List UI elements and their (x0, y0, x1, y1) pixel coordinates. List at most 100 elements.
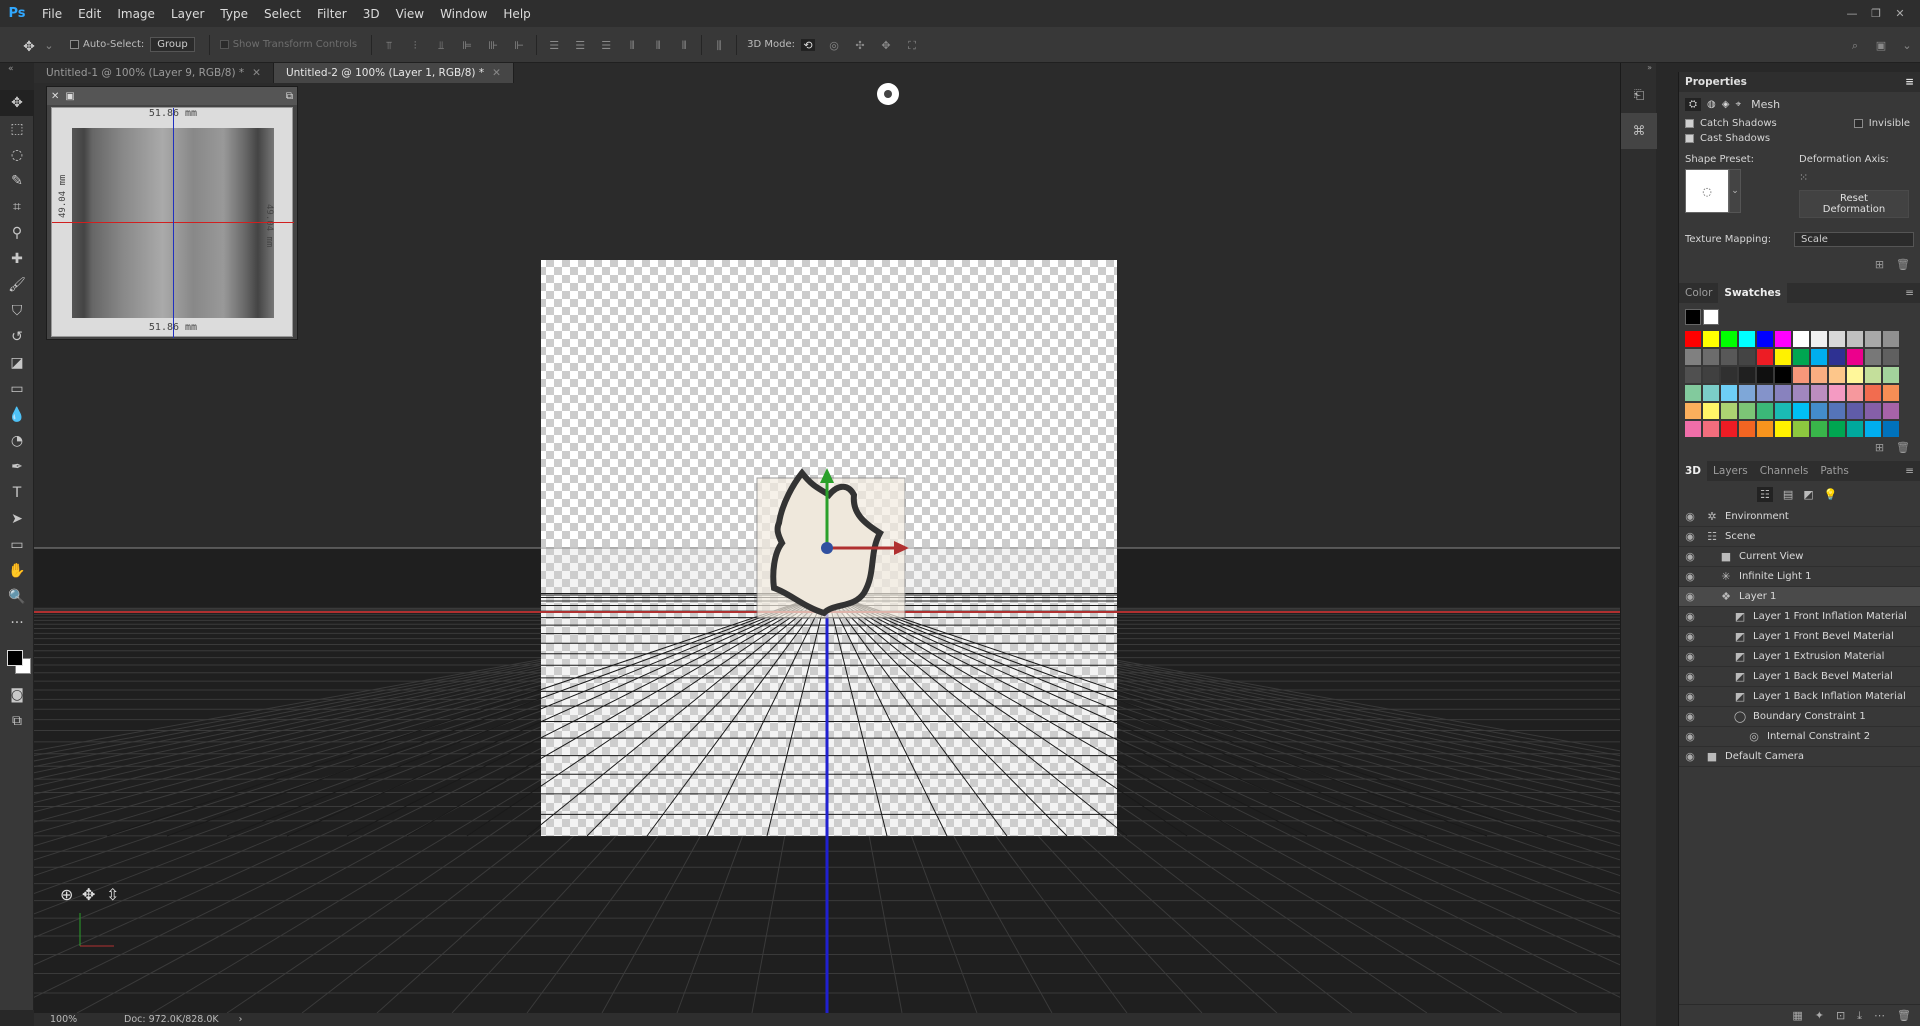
distribute-bottom-icon[interactable]: ☰ (599, 39, 613, 52)
dolly-camera-icon[interactable]: ⇳ (106, 885, 119, 904)
swatch[interactable] (1703, 385, 1719, 401)
eye-icon[interactable]: ◉ (1679, 550, 1701, 563)
tab-3d[interactable]: 3D (1679, 461, 1708, 481)
swatch[interactable] (1847, 403, 1863, 419)
menu-select[interactable]: Select (256, 7, 309, 21)
eye-icon[interactable]: ◉ (1679, 630, 1701, 643)
panel-menu-icon[interactable]: ≡ (1905, 465, 1920, 477)
tab-swatches[interactable]: Swatches (1718, 283, 1787, 303)
menu-image[interactable]: Image (109, 7, 163, 21)
status-arrow-icon[interactable]: › (239, 1014, 243, 1025)
eraser-tool-icon[interactable]: ◪ (0, 350, 34, 376)
zoom-tool-icon[interactable]: 🔍 (0, 584, 34, 610)
swatch[interactable] (1793, 331, 1809, 347)
swatch[interactable] (1703, 403, 1719, 419)
tab-color[interactable]: Color (1679, 283, 1718, 303)
scene-tree-row[interactable]: ◉ ❖ Layer 1 (1679, 587, 1920, 607)
swatch[interactable] (1793, 367, 1809, 383)
document-tab[interactable]: Untitled-2 @ 100% (Layer 1, RGB/8) * ✕ (273, 63, 514, 83)
swatch[interactable] (1775, 367, 1791, 383)
swatch[interactable] (1775, 331, 1791, 347)
scene-tree-row[interactable]: ◉ ◩ Layer 1 Back Inflation Material (1679, 687, 1920, 707)
orbit-camera-icon[interactable]: ⊕ (60, 885, 73, 904)
orbit-3d-icon[interactable]: ⟲ (801, 38, 815, 52)
mesh-mode-icon[interactable]: ⛭ (1685, 97, 1701, 111)
distribute-hcenter-icon[interactable]: ⦀ (651, 39, 665, 52)
swatch[interactable] (1883, 349, 1899, 365)
auto-select-value[interactable]: Group (150, 37, 195, 52)
materials-filter-icon[interactable]: ◩ (1803, 488, 1813, 501)
trash-icon[interactable]: 🗑 (1896, 258, 1910, 271)
chevron-down-icon[interactable]: ⌄ (1729, 169, 1741, 213)
swatch[interactable] (1757, 349, 1773, 365)
roll-3d-icon[interactable]: ◎ (827, 39, 841, 52)
zoom-level[interactable]: 100% (34, 1014, 94, 1025)
document-tab[interactable]: Untitled-1 @ 100% (Layer 9, RGB/8) * ✕ (34, 63, 274, 83)
swatch[interactable] (1757, 421, 1773, 437)
panel-menu-icon[interactable]: ≡ (1905, 76, 1914, 88)
close-icon[interactable]: ✕ (51, 91, 59, 102)
swatch[interactable] (1847, 331, 1863, 347)
menu-help[interactable]: Help (495, 7, 538, 21)
foreground-color-swatch[interactable] (7, 650, 23, 666)
pan-3d-icon[interactable]: ✣ (853, 39, 867, 52)
dodge-tool-icon[interactable]: ◔ (0, 428, 34, 454)
eye-icon[interactable]: ◉ (1679, 530, 1701, 543)
swatch[interactable] (1685, 367, 1701, 383)
distribute-vcenter-icon[interactable]: ☰ (573, 39, 587, 52)
scene-tree-row[interactable]: ◉ ✳ Infinite Light 1 (1679, 567, 1920, 587)
swatch[interactable] (1757, 385, 1773, 401)
eye-icon[interactable]: ◉ (1679, 610, 1701, 623)
swatch[interactable] (1847, 349, 1863, 365)
catch-shadows-checkbox[interactable] (1685, 119, 1694, 128)
swatch[interactable] (1829, 403, 1845, 419)
menu-file[interactable]: File (34, 7, 70, 21)
scene-tree-row[interactable]: ◉ ✲ Environment (1679, 507, 1920, 527)
menu-3d[interactable]: 3D (355, 7, 388, 21)
align-vcenter-icon[interactable]: ⫶ (408, 39, 422, 52)
swatch[interactable] (1757, 403, 1773, 419)
swatch[interactable] (1829, 421, 1845, 437)
distribute-left-icon[interactable]: ⦀ (625, 39, 639, 52)
quick-select-tool-icon[interactable]: ✎ (0, 168, 34, 194)
align-right-icon[interactable]: ⊩ (512, 39, 526, 52)
swatch[interactable] (1775, 403, 1791, 419)
swatch[interactable] (1811, 367, 1827, 383)
crop-tool-icon[interactable]: ⌗ (0, 194, 34, 220)
swatch[interactable] (1685, 385, 1701, 401)
swatch[interactable] (1865, 349, 1881, 365)
swatch[interactable] (1793, 349, 1809, 365)
swatch[interactable] (1865, 421, 1881, 437)
auto-select-dropdown[interactable]: Group (150, 37, 195, 52)
swatch[interactable] (1829, 385, 1845, 401)
swatch[interactable] (1811, 349, 1827, 365)
type-tool-icon[interactable]: T (0, 480, 34, 506)
deformation-axis-icon[interactable]: ⁙ (1799, 171, 1909, 184)
tab-paths[interactable]: Paths (1814, 461, 1855, 481)
swatch[interactable] (1793, 403, 1809, 419)
collapse-icon[interactable]: » (1621, 63, 1656, 72)
swatch[interactable] (1757, 331, 1773, 347)
meshes-filter-icon[interactable]: ▤ (1783, 488, 1793, 501)
close-tab-icon[interactable]: ✕ (252, 67, 261, 79)
scene-tree-row[interactable]: ◉ ☷ Scene (1679, 527, 1920, 547)
eye-icon[interactable]: ◉ (1679, 730, 1701, 743)
swatch[interactable] (1739, 331, 1755, 347)
swatch[interactable] (1793, 421, 1809, 437)
swatch[interactable] (1883, 421, 1899, 437)
menu-view[interactable]: View (388, 7, 432, 21)
swatch[interactable] (1865, 385, 1881, 401)
swatch[interactable] (1703, 349, 1719, 365)
distribute-right-icon[interactable]: ⦀ (677, 39, 691, 52)
history-brush-tool-icon[interactable]: ↺ (0, 324, 34, 350)
swatch[interactable] (1829, 349, 1845, 365)
swatch[interactable] (1721, 385, 1737, 401)
lights-filter-icon[interactable]: 💡 (1824, 488, 1838, 501)
pan-camera-icon[interactable]: ✥ (82, 885, 95, 904)
scene-tree-row[interactable]: ◉ ■ Current View (1679, 547, 1920, 567)
panel-menu-icon[interactable]: ≡ (1905, 287, 1920, 299)
toolbar-collapse-icon[interactable]: « (8, 64, 14, 74)
new-icon[interactable]: ⊞ (1875, 258, 1884, 271)
tab-layers[interactable]: Layers (1707, 461, 1754, 481)
brush-tool-icon[interactable]: 🖌 (0, 272, 34, 298)
